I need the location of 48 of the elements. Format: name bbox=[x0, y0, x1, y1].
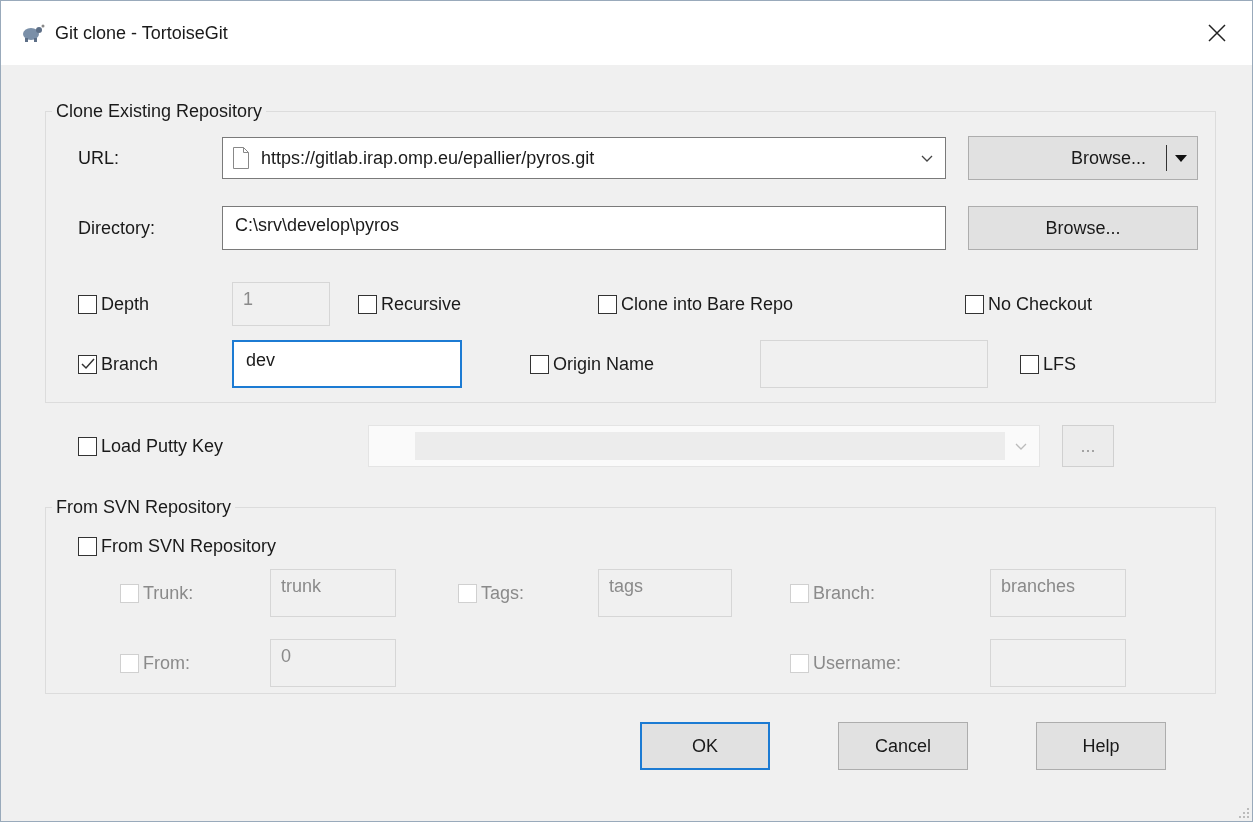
checkbox[interactable] bbox=[78, 537, 97, 556]
checkbox[interactable] bbox=[965, 294, 984, 314]
checkbox[interactable] bbox=[1020, 354, 1039, 374]
checkbox-label: Tags: bbox=[481, 583, 525, 604]
input-field[interactable]: dev bbox=[232, 340, 462, 388]
checkbox[interactable] bbox=[358, 294, 377, 314]
checkbox-label: Load Putty Key bbox=[101, 435, 224, 457]
checkbox-label: From: bbox=[143, 653, 190, 674]
checkbox-label: Depth bbox=[101, 293, 150, 315]
chevron-down-icon bbox=[921, 154, 933, 162]
checkbox[interactable] bbox=[530, 354, 549, 374]
browse-button[interactable]: Browse... bbox=[968, 136, 1198, 180]
close-icon[interactable] bbox=[1208, 24, 1226, 42]
group-title: Clone Existing Repository bbox=[55, 101, 264, 122]
dialog-button[interactable]: OK bbox=[640, 722, 770, 770]
checkbox-label: From SVN Repository bbox=[101, 536, 277, 557]
document-icon bbox=[233, 147, 249, 169]
field-label: Directory: bbox=[78, 217, 156, 239]
field-label: URL: bbox=[78, 147, 120, 169]
checkbox-label: Clone into Bare Repo bbox=[621, 293, 794, 315]
input-field: tags bbox=[598, 569, 732, 617]
checkbox[interactable] bbox=[598, 294, 617, 314]
input-field: 1 bbox=[232, 282, 330, 326]
input-field[interactable]: C:\srv\develop\pyros bbox=[222, 206, 946, 250]
checkbox-label: Recursive bbox=[381, 293, 462, 315]
dialog-button[interactable]: Help bbox=[1036, 722, 1166, 770]
button: ... bbox=[1062, 425, 1114, 467]
checkbox-label: Username: bbox=[813, 653, 902, 674]
dialog-button[interactable]: Cancel bbox=[838, 722, 968, 770]
checkbox[interactable] bbox=[78, 354, 97, 374]
checkbox-label: Trunk: bbox=[143, 583, 194, 604]
checkbox-label: LFS bbox=[1043, 353, 1076, 375]
combo-box[interactable]: https://gitlab.irap.omp.eu/epallier/pyros.git bbox=[222, 137, 946, 179]
checkbox[interactable] bbox=[78, 436, 97, 456]
chevron-down-icon bbox=[1015, 442, 1027, 450]
checkbox[interactable] bbox=[78, 294, 97, 314]
group-title: From SVN Repository bbox=[55, 497, 233, 518]
checkbox-label: Branch: bbox=[813, 583, 876, 604]
button[interactable]: Browse... bbox=[968, 206, 1198, 250]
checkbox-label: Origin Name bbox=[553, 353, 655, 375]
input-field: 0 bbox=[270, 639, 396, 687]
caret-icon[interactable] bbox=[1175, 154, 1187, 162]
checkbox-label: No Checkout bbox=[988, 293, 1093, 315]
input-field: branches bbox=[990, 569, 1126, 617]
input-field: trunk bbox=[270, 569, 396, 617]
window-title: Git clone - TortoiseGit bbox=[55, 22, 229, 44]
checkbox-label: Branch bbox=[101, 353, 159, 375]
resize-grip-icon[interactable] bbox=[1238, 807, 1250, 819]
